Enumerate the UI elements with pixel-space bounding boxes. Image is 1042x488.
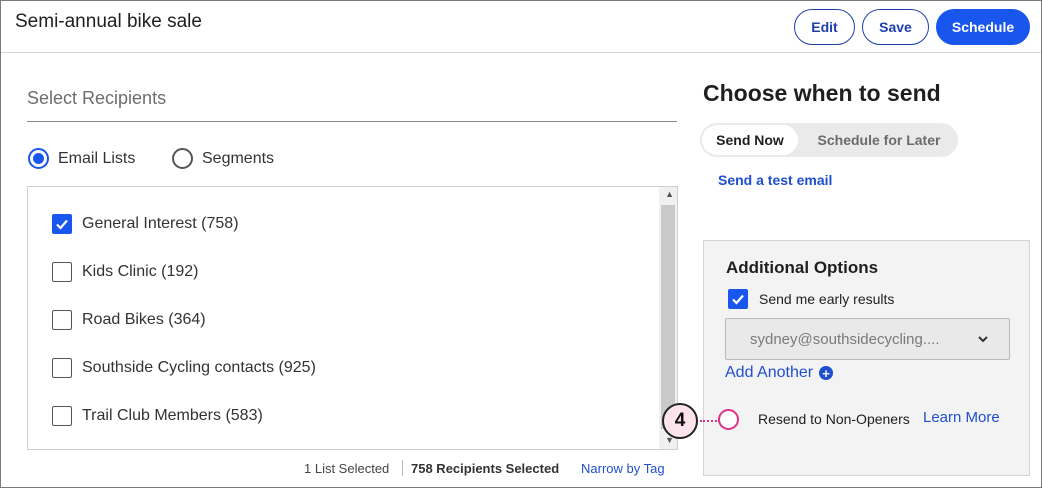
schedule-button[interactable]: Schedule	[936, 9, 1030, 45]
email-lists-box: General Interest (758) Kids Clinic (192)…	[27, 186, 678, 450]
checkbox-icon[interactable]	[52, 262, 72, 282]
scrollbar-thumb[interactable]	[661, 205, 675, 429]
learn-more-link[interactable]: Learn More	[923, 409, 1000, 426]
early-results-label: Send me early results	[759, 291, 895, 307]
checkbox-icon[interactable]	[52, 310, 72, 330]
save-button[interactable]: Save	[862, 9, 929, 45]
footer-divider	[402, 460, 403, 476]
additional-options-panel: Additional Options Send me early results…	[703, 240, 1030, 476]
scroll-up-icon[interactable]: ▲	[665, 189, 674, 199]
radio-selected-icon[interactable]	[28, 148, 49, 169]
add-another-label: Add Another	[725, 364, 814, 381]
checkbox-icon[interactable]	[52, 406, 72, 426]
list-item-label: Kids Clinic (192)	[82, 263, 199, 280]
radio-label: Segments	[202, 149, 275, 167]
additional-options-title: Additional Options	[726, 258, 879, 277]
list-item[interactable]: Southside Cycling contacts (925)	[52, 358, 316, 378]
list-item-label: Road Bikes (364)	[82, 311, 206, 328]
recipients-selected-count: 758 Recipients Selected	[411, 460, 560, 476]
radio-label: Email Lists	[58, 149, 136, 167]
lists-selected-count: 1 List Selected	[304, 460, 390, 476]
checkbox-checked-icon[interactable]	[52, 214, 72, 234]
list-item[interactable]: Kids Clinic (192)	[52, 262, 198, 282]
add-another-link[interactable]: Add Another +	[725, 364, 834, 382]
send-now-option[interactable]: Send Now	[702, 125, 798, 155]
edit-button[interactable]: Edit	[794, 9, 855, 45]
title-divider	[27, 121, 677, 122]
list-item[interactable]: General Interest (758)	[52, 214, 239, 234]
plus-circle-icon[interactable]: +	[819, 366, 834, 380]
header: Semi-annual bike sale Edit Save Schedule	[1, 1, 1041, 53]
checkbox-checked-icon[interactable]	[728, 289, 748, 309]
resend-toggle-highlight[interactable]	[718, 409, 739, 430]
choose-when-title: Choose when to send	[703, 80, 941, 106]
checkbox-icon[interactable]	[52, 358, 72, 378]
radio-unselected-icon[interactable]	[172, 148, 193, 169]
list-item-label: Southside Cycling contacts (925)	[82, 359, 316, 376]
list-item[interactable]: Road Bikes (364)	[52, 310, 206, 330]
callout-connector	[700, 420, 720, 422]
email-select-value: sydney@southsidecycling....	[750, 331, 940, 348]
list-item-label: Trail Club Members (583)	[82, 407, 263, 424]
list-item[interactable]: Trail Club Members (583)	[52, 406, 263, 426]
radio-segments[interactable]: Segments	[172, 148, 274, 169]
page-title: Semi-annual bike sale	[15, 11, 202, 32]
callout-number-badge: 4	[662, 403, 698, 439]
list-item-label: General Interest (758)	[82, 215, 239, 232]
send-timing-toggle: Send Now Schedule for Later	[700, 123, 958, 157]
schedule-later-option[interactable]: Schedule for Later	[804, 125, 954, 155]
resend-label: Resend to Non-Openers	[758, 411, 910, 427]
early-results-option[interactable]: Send me early results	[728, 289, 894, 309]
narrow-by-tag-link[interactable]: Narrow by Tag	[581, 459, 665, 477]
chevron-down-icon[interactable]	[977, 332, 989, 350]
email-select[interactable]: sydney@southsidecycling....	[725, 318, 1010, 360]
radio-email-lists[interactable]: Email Lists	[28, 148, 135, 169]
send-test-email-link[interactable]: Send a test email	[718, 172, 832, 188]
select-recipients-title: Select Recipients	[27, 88, 167, 108]
